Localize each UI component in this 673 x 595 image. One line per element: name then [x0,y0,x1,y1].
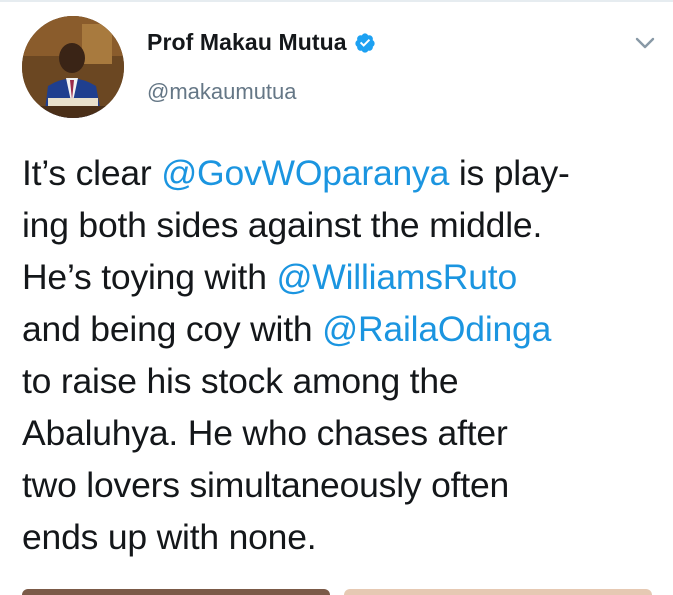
tweet-text-line: ing both sides against the middle. [22,199,652,251]
media-preview[interactable] [22,589,652,595]
tweet-text-segment: ing both sides against the middle. [22,205,543,245]
tweet-card: Prof Makau Mutua @makaumutua It’s clear … [0,0,673,595]
avatar[interactable] [22,16,124,118]
divider [0,0,673,2]
display-name[interactable]: Prof Makau Mutua [147,29,347,56]
chevron-down-icon[interactable] [634,36,656,50]
tweet-text-segment: two lovers simultaneously often [22,465,510,505]
verified-badge-icon [355,32,375,53]
media-thumbnail[interactable] [344,589,652,595]
tweet-text-line: It’s clear @GovWOparanya is play- [22,147,652,199]
tweet-text-segment: is play- [449,153,570,193]
media-thumbnail[interactable] [22,589,330,595]
tweet-text-line: and being coy with @RailaOdinga [22,303,652,355]
profile-photo-icon [22,16,124,118]
tweet-text-line: Abaluhya. He who chases after [22,407,652,459]
mention-link[interactable]: @GovWOparanya [161,153,449,193]
tweet-text-segment: to raise his stock among the [22,361,459,401]
mention-link[interactable]: @WilliamsRuto [276,257,517,297]
tweet-text-line: to raise his stock among the [22,355,652,407]
tweet-text-segment: He’s toying with [22,257,277,297]
name-row: Prof Makau Mutua [147,29,376,56]
user-handle[interactable]: @makaumutua [147,79,297,105]
tweet-text-segment: Abaluhya. He who chases after [22,413,508,453]
tweet-text-segment: ends up with none. [22,517,317,557]
tweet-text: It’s clear @GovWOparanya is play-ing bot… [22,147,652,563]
tweet-text-line: two lovers simultaneously often [22,459,652,511]
tweet-text-segment: and being coy with [22,309,323,349]
tweet-text-line: ends up with none. [22,511,652,563]
tweet-text-segment: It’s clear [22,153,162,193]
tweet-text-line: He’s toying with @WilliamsRuto [22,251,652,303]
mention-link[interactable]: @RailaOdinga [322,309,551,349]
